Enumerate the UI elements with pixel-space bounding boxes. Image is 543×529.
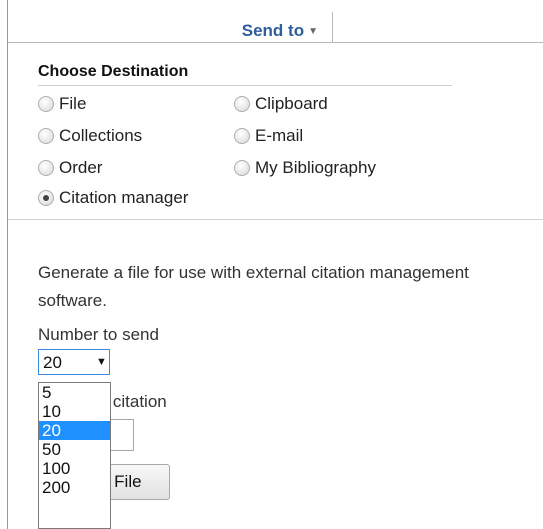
send-to-label[interactable]: Send to ▼	[242, 21, 318, 41]
heading-divider	[38, 85, 452, 86]
destination-heading: Choose Destination	[38, 63, 189, 80]
radio-button-checked-icon[interactable]	[38, 190, 54, 206]
citation-description: Generate a file for use with external ci…	[38, 263, 469, 310]
tab-baseline	[332, 42, 543, 43]
dropdown-arrow-icon: ▼	[96, 356, 107, 368]
radio-clipboard[interactable]: Clipboard	[234, 94, 328, 114]
radio-label: Collections	[59, 126, 143, 145]
radio-collections[interactable]: Collections	[38, 126, 142, 146]
radio-citation-manager[interactable]: Citation manager	[38, 188, 188, 208]
radio-button-icon[interactable]	[38, 160, 54, 176]
dropdown-option[interactable]: 5	[39, 383, 110, 402]
number-to-send-select[interactable]: 20 ▼	[38, 349, 110, 375]
dropdown-option[interactable]: 10	[39, 402, 110, 421]
dropdown-option[interactable]: 50	[39, 440, 110, 459]
number-to-send-label: Number to send	[38, 325, 159, 344]
radio-email[interactable]: E-mail	[234, 126, 303, 146]
radio-label: My Bibliography	[255, 158, 376, 177]
radio-label: File	[59, 94, 87, 113]
radio-label: Citation manager	[59, 188, 189, 207]
radio-label: E-mail	[255, 126, 304, 145]
radio-label: Clipboard	[255, 94, 328, 113]
dropdown-option[interactable]: 200	[39, 478, 110, 497]
chevron-down-icon: ▼	[308, 26, 318, 37]
radio-button-icon[interactable]	[38, 96, 54, 112]
send-to-tab[interactable]: Send to ▼	[8, 12, 333, 43]
radio-button-icon[interactable]	[38, 128, 54, 144]
radio-button-icon[interactable]	[234, 160, 250, 176]
radio-file[interactable]: File	[38, 94, 86, 114]
dropdown-option[interactable]: 100	[39, 459, 110, 478]
select-value: 20	[43, 353, 62, 372]
number-dropdown-list[interactable]: 5 10 20 50 100 200	[38, 382, 111, 529]
radio-order[interactable]: Order	[38, 158, 102, 178]
radio-label: Order	[59, 158, 103, 177]
radio-button-icon[interactable]	[234, 128, 250, 144]
dropdown-option-selected[interactable]: 20	[39, 421, 110, 440]
send-to-text: Send to	[241, 21, 305, 40]
radio-my-bibliography[interactable]: My Bibliography	[234, 158, 376, 178]
radio-button-icon[interactable]	[234, 96, 250, 112]
section-divider	[8, 219, 543, 220]
panel-left-border	[7, 0, 8, 529]
